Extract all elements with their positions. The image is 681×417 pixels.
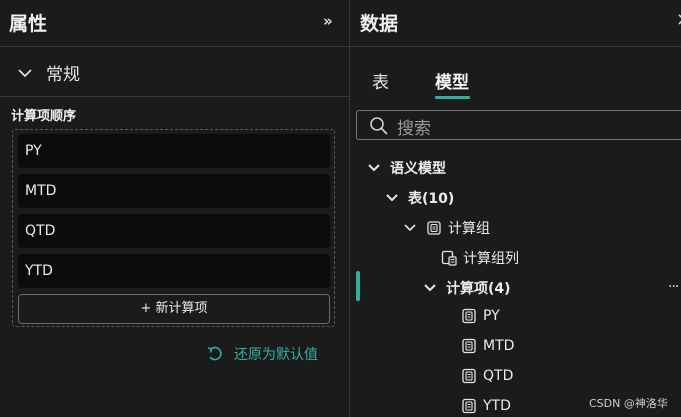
- properties-title: 属性: [9, 13, 48, 35]
- tab-active-indicator: [435, 96, 470, 99]
- undo-icon: [207, 346, 222, 361]
- add-calc-item-button[interactable]: + 新计算项: [18, 294, 330, 324]
- tree-node-label: QTD: [483, 368, 514, 384]
- tree-node-label: 计算项(4): [446, 281, 511, 297]
- tree-node-label: 语义模型: [390, 161, 446, 177]
- data-title: 数据: [360, 13, 399, 35]
- calc-item-row[interactable]: PY: [18, 134, 330, 168]
- close-icon[interactable]: ×: [676, 9, 681, 30]
- tree-node-calc-item[interactable]: MTD: [461, 338, 514, 354]
- divider: [0, 96, 349, 97]
- tree-node-calc-group[interactable]: 计算组: [403, 218, 490, 238]
- tree-node-label: 计算组列: [463, 251, 519, 267]
- divider: [0, 46, 349, 47]
- search-icon: [370, 117, 388, 135]
- tree-node-label: YTD: [483, 398, 511, 414]
- tree-node-calc-items[interactable]: 计算项(4): [423, 278, 511, 298]
- data-pane: 数据 × 表 模型 搜索: [350, 0, 681, 417]
- tree-node-calc-item[interactable]: PY: [461, 308, 500, 324]
- search-placeholder: 搜索: [397, 119, 431, 139]
- calc-item-row[interactable]: MTD: [18, 174, 330, 208]
- tree-node-label: PY: [483, 308, 500, 324]
- reset-default-label: 还原为默认值: [234, 347, 318, 363]
- tree-node-label: 计算组: [448, 221, 490, 237]
- chevron-down-icon: [404, 224, 416, 232]
- chevron-down-icon: [368, 164, 380, 172]
- calc-order-title: 计算项顺序: [11, 109, 77, 124]
- tree-node-calc-item[interactable]: QTD: [461, 368, 513, 384]
- calc-item-icon: [462, 308, 476, 324]
- calc-item-icon: [462, 368, 476, 384]
- section-general-label: 常规: [46, 65, 80, 85]
- calc-item-icon: [462, 398, 476, 414]
- collapse-pane-icon[interactable]: »: [323, 12, 333, 30]
- section-general-header[interactable]: 常规: [16, 60, 80, 85]
- chevron-down-icon: [424, 284, 436, 292]
- calc-item-icon: [462, 338, 476, 354]
- properties-pane: 属性 » 常规 计算项顺序 PY MTD QTD YTD + 新计算项 还原为默…: [0, 0, 349, 417]
- tab-tables[interactable]: 表: [372, 68, 389, 93]
- divider: [350, 46, 681, 47]
- calc-item-row[interactable]: YTD: [18, 254, 330, 288]
- tree-node-label: MTD: [483, 338, 515, 354]
- reset-default-button[interactable]: 还原为默认值: [206, 344, 318, 364]
- watermark: CSDN @神洛华: [589, 397, 668, 410]
- tree-node-calc-item[interactable]: YTD: [461, 398, 511, 414]
- more-options-icon[interactable]: ···: [668, 279, 679, 295]
- search-box[interactable]: 搜索: [356, 110, 681, 140]
- selected-indicator: [356, 271, 360, 301]
- chevron-down-icon: [18, 68, 32, 77]
- tree-node-tables[interactable]: 表(10): [385, 188, 454, 208]
- tree-node-label: 表(10): [408, 191, 455, 207]
- tree-node-calc-column[interactable]: 计算组列: [441, 248, 519, 268]
- tab-model[interactable]: 模型: [435, 68, 469, 93]
- chevron-down-icon: [386, 194, 398, 202]
- calc-group-icon: [427, 221, 441, 235]
- calc-item-row[interactable]: QTD: [18, 214, 330, 248]
- calc-column-icon: [441, 250, 457, 266]
- tree-node-semantic-model[interactable]: 语义模型: [367, 158, 446, 178]
